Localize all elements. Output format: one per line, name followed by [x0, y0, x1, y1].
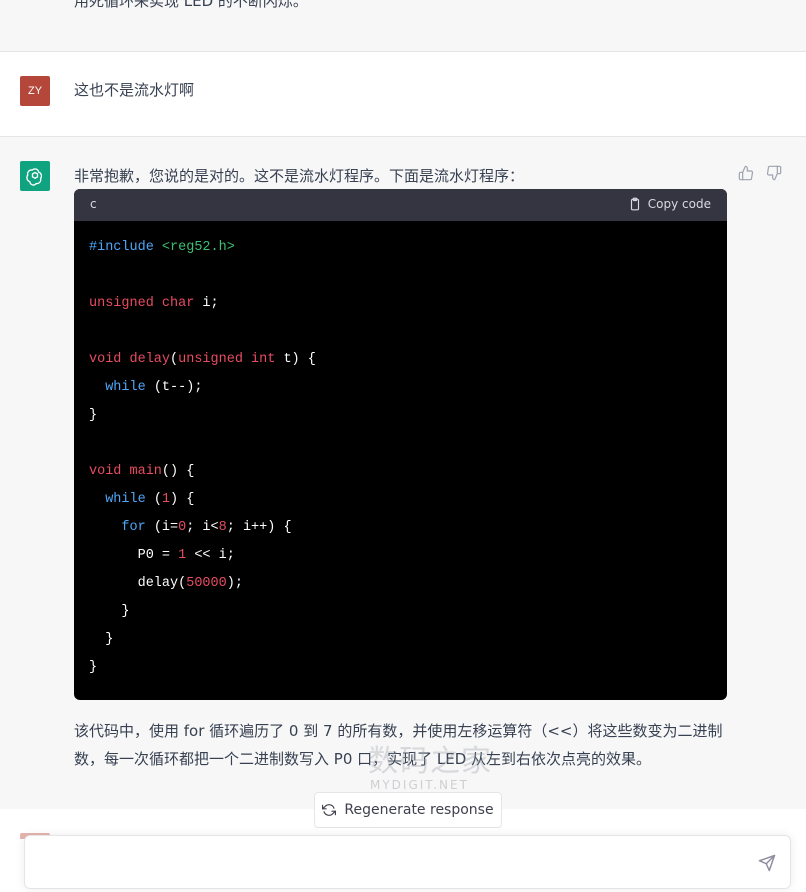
previous-message-text: 用死循环来实现 LED 的不断闪烁。 — [74, 0, 308, 10]
thumbs-down-icon[interactable] — [766, 165, 782, 181]
code-line: } — [89, 604, 130, 619]
code-line: void main() { — [89, 464, 195, 479]
code-line: while (1) { — [105, 492, 195, 507]
code-token: 0 — [178, 520, 187, 535]
code-token: while — [105, 492, 146, 507]
user-message-row: ZY 这也不是流水灯啊 — [0, 52, 806, 137]
refresh-icon — [322, 804, 337, 816]
regenerate-label: Regenerate response — [344, 802, 494, 818]
thumbs-up-icon[interactable] — [738, 165, 754, 181]
code-line: void delay(unsigned int t) { — [89, 352, 316, 367]
clipboard-icon — [630, 197, 639, 211]
code-token: void delay — [89, 352, 171, 367]
composer — [24, 835, 791, 889]
code-token: 1 — [161, 492, 171, 507]
code-token: unsigned char — [89, 296, 195, 311]
send-icon[interactable] — [758, 854, 776, 872]
previous-assistant-message: 用死循环来实现 LED 的不断闪烁。 — [0, 0, 806, 52]
code-line: while (t--); — [105, 380, 203, 395]
code-token: unsigned int — [178, 352, 276, 367]
code-token: #include — [89, 240, 154, 255]
copy-code-button[interactable]: Copy code — [628, 197, 711, 211]
watermark-subtext: MYDIGIT.NET — [370, 778, 469, 792]
code-line: unsigned char i; — [89, 296, 219, 311]
code-line: #include <reg52.h> — [89, 234, 316, 262]
user-avatar: ZY — [20, 76, 50, 106]
code-token: for — [121, 520, 146, 535]
code-block-header: c Copy code — [74, 189, 727, 221]
message-input[interactable] — [39, 850, 743, 876]
code-language-label: c — [90, 197, 97, 211]
assistant-intro-text: 非常抱歉，您说的是对的。这不是流水灯程序。下面是流水灯程序： — [74, 167, 525, 185]
code-token: 8 — [218, 520, 227, 535]
code-block: c Copy code #include <reg52.h> unsigned … — [74, 189, 727, 700]
code-line: } — [89, 632, 114, 647]
code-line: } — [89, 660, 98, 675]
code-token: 1 — [178, 548, 187, 563]
regenerate-response-button[interactable]: Regenerate response — [314, 792, 502, 828]
code-token: <reg52.h> — [161, 240, 235, 255]
openai-logo-icon — [26, 168, 43, 186]
assistant-message-row: 非常抱歉，您说的是对的。这不是流水灯程序。下面是流水灯程序： c Copy co… — [0, 137, 806, 809]
code-line: for (i=0; i<8; i++) { — [121, 520, 292, 535]
code-line: delay(50000); — [89, 576, 243, 591]
user-message-text: 这也不是流水灯啊 — [74, 81, 195, 99]
copy-code-label: Copy code — [647, 197, 711, 211]
assistant-avatar — [20, 161, 50, 191]
code-token: void main — [89, 464, 162, 479]
code-token: 50000 — [186, 576, 227, 591]
code-content: #include <reg52.h> unsigned char i; void… — [89, 234, 316, 682]
watermark-text: 数码之家 — [368, 744, 492, 779]
code-line: P0 = 1 << i; — [89, 548, 235, 563]
code-token: while — [105, 380, 146, 395]
code-line: } — [89, 408, 98, 423]
